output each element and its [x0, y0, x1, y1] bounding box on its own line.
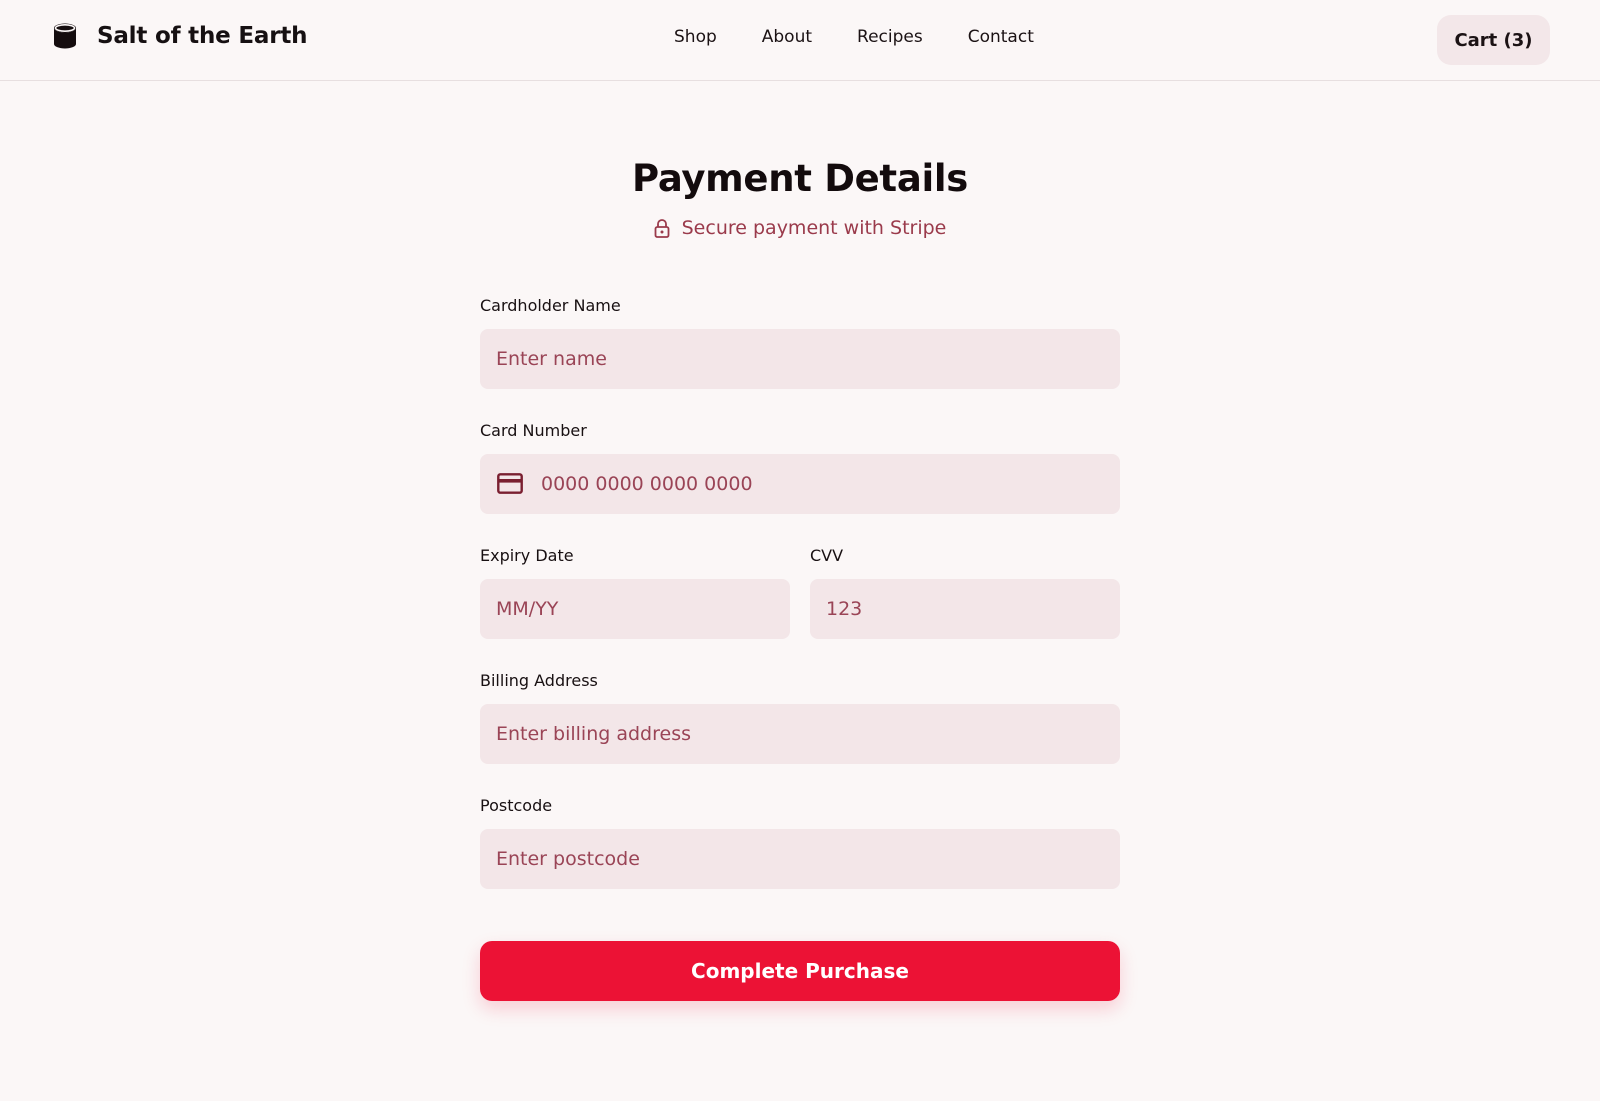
nav-item-recipes[interactable]: Recipes	[857, 27, 923, 47]
main-nav: Shop About Recipes Contact	[674, 27, 1034, 47]
postcode-label: Postcode	[480, 796, 553, 815]
cvv-field: CVV	[810, 546, 1120, 639]
cardholder-input[interactable]	[480, 329, 1120, 389]
secure-payment-note: Secure payment with Stripe	[0, 217, 1600, 239]
credit-card-icon	[497, 473, 523, 494]
cvv-input[interactable]	[810, 579, 1120, 639]
nav-item-shop[interactable]: Shop	[674, 27, 717, 47]
expiry-label: Expiry Date	[480, 546, 574, 565]
secure-payment-text: Secure payment with Stripe	[681, 217, 947, 239]
lock-icon	[654, 219, 670, 238]
cart-button[interactable]: Cart (3)	[1437, 15, 1550, 65]
postcode-field: Postcode	[480, 796, 1120, 889]
cardholder-label: Cardholder Name	[480, 296, 621, 315]
card-number-field: Card Number	[480, 421, 1120, 514]
card-number-label: Card Number	[480, 421, 587, 440]
cvv-label: CVV	[810, 546, 844, 565]
card-number-input[interactable]	[480, 454, 1120, 514]
expiry-input[interactable]	[480, 579, 790, 639]
postcode-input[interactable]	[480, 829, 1120, 889]
complete-purchase-button[interactable]: Complete Purchase	[480, 941, 1120, 1001]
billing-address-label: Billing Address	[480, 671, 598, 690]
billing-address-field: Billing Address	[480, 671, 1120, 764]
salt-jar-icon	[54, 23, 76, 49]
page-title: Payment Details	[632, 157, 968, 200]
site-header: Salt of the Earth Shop About Recipes Con…	[0, 0, 1600, 81]
expiry-field: Expiry Date	[480, 546, 790, 639]
billing-address-input[interactable]	[480, 704, 1120, 764]
nav-item-about[interactable]: About	[762, 27, 812, 47]
brand-name: Salt of the Earth	[97, 23, 308, 49]
nav-item-contact[interactable]: Contact	[968, 27, 1034, 47]
cardholder-field: Cardholder Name	[480, 296, 1120, 389]
brand[interactable]: Salt of the Earth	[53, 22, 308, 50]
